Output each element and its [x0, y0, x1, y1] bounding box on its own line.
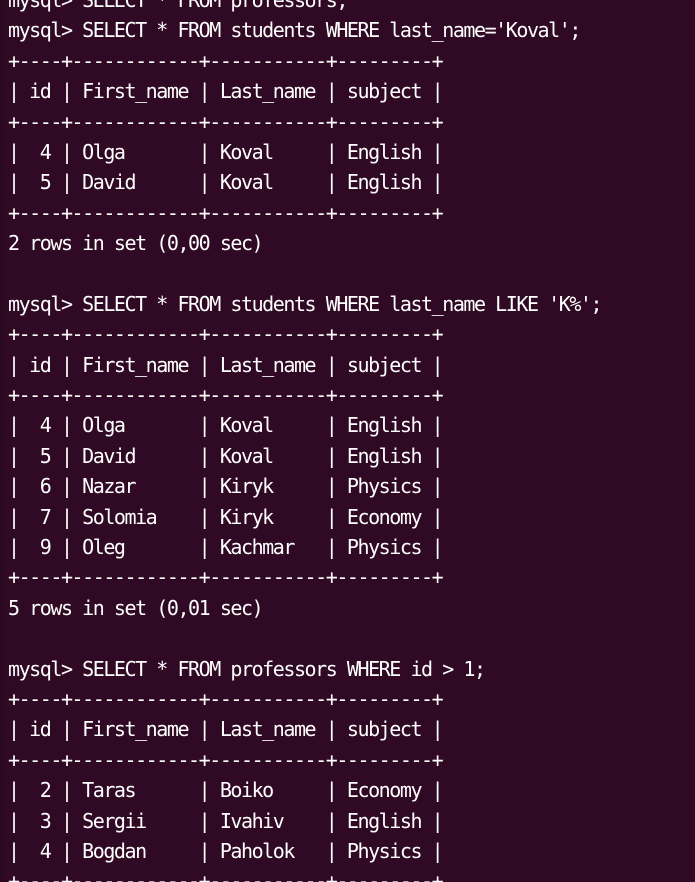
result-summary: 2 rows in set (0,00 sec) — [8, 231, 264, 256]
table-row: | 4 | Bogdan | Paholok | Physics | — [8, 838, 444, 863]
table-row: | 4 | Olga | Koval | English | — [8, 413, 444, 438]
table-border: +----+------------+-----------+---------… — [8, 48, 444, 73]
result-summary: 5 rows in set (0,01 sec) — [8, 595, 264, 620]
table-border: +----+------------+-----------+---------… — [8, 869, 444, 882]
table-row: | 5 | David | Koval | English | — [8, 170, 444, 195]
sql-query-students-like-k: mysql> SELECT * FROM students WHERE last… — [8, 291, 603, 316]
table-header-row: | id | First_name | Last_name | subject … — [8, 79, 444, 104]
table-row: | 9 | Oleg | Kachmar | Physics | — [8, 535, 444, 560]
table-border: +----+------------+-----------+---------… — [8, 383, 444, 408]
table-row: | 6 | Nazar | Kiryk | Physics | — [8, 474, 444, 499]
sql-query-students-koval: mysql> SELECT * FROM students WHERE last… — [8, 18, 581, 43]
table-border: +----+------------+-----------+---------… — [8, 747, 444, 772]
terminal-window[interactable]: mysql> SELECT * FROM professors; mysql> S… — [0, 0, 695, 882]
table-header-row: | id | First_name | Last_name | subject … — [8, 717, 444, 742]
sql-query-professors: mysql> SELECT * FROM professors WHERE id… — [8, 656, 486, 681]
table-border: +----+------------+-----------+---------… — [8, 686, 444, 711]
table-row: | 2 | Taras | Boiko | Economy | — [8, 778, 444, 803]
table-border: +----+------------+-----------+---------… — [8, 322, 444, 347]
table-border: +----+------------+-----------+---------… — [8, 565, 444, 590]
terminal-output[interactable]: mysql> SELECT * FROM professors; mysql> S… — [8, 0, 603, 882]
table-row: | 5 | David | Koval | English | — [8, 443, 444, 468]
terminal-line: mysql> SELECT * FROM professors; — [8, 0, 348, 12]
table-header-row: | id | First_name | Last_name | subject … — [8, 352, 444, 377]
table-border: +----+------------+-----------+---------… — [8, 109, 444, 134]
table-border: +----+------------+-----------+---------… — [8, 200, 444, 225]
table-row: | 3 | Sergii | Ivahiv | English | — [8, 808, 444, 833]
terminal-edge — [0, 0, 4, 882]
table-row: | 4 | Olga | Koval | English | — [8, 139, 444, 164]
table-row: | 7 | Solomia | Kiryk | Economy | — [8, 504, 444, 529]
